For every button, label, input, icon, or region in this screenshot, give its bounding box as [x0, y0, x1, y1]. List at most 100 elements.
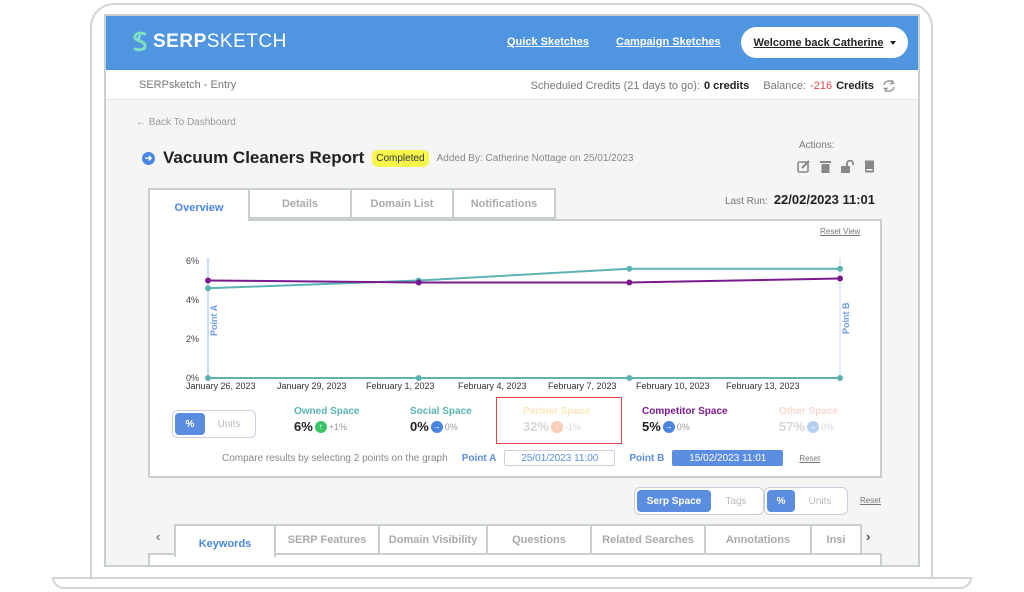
metric-competitor-space[interactable]: Competitor Space 5% → 0%	[642, 406, 728, 434]
toggle-percent[interactable]: %	[175, 413, 205, 435]
data-point-social-space	[626, 375, 633, 381]
metric-label: Other Space	[779, 406, 838, 417]
metric-value-row: 5% → 0%	[642, 419, 728, 434]
bottom-tab-keywords[interactable]: Keywords	[174, 524, 276, 557]
report-title-row: ➜ Vacuum Cleaners Report Completed Added…	[142, 148, 633, 168]
chevron-right-icon[interactable]: ›	[866, 529, 870, 544]
data-point-owned-space	[837, 265, 843, 272]
toggle-units[interactable]: Units	[205, 413, 253, 435]
unlock-icon[interactable]	[841, 160, 854, 173]
nav-quick-sketches[interactable]: Quick Sketches	[507, 36, 589, 48]
toggle-tags[interactable]: Tags	[711, 490, 761, 512]
serp-tags-toggle: Serp Space Tags	[634, 487, 764, 515]
compare-text: Compare results by selecting 2 points on…	[222, 452, 448, 464]
bottom-tab-questions[interactable]: Questions	[486, 524, 592, 555]
scheduled-credits-label: Scheduled Credits (21 days to go):	[530, 80, 700, 92]
reset-link[interactable]: Reset	[860, 496, 881, 505]
percent-units-toggle-2: % Units	[764, 487, 848, 515]
added-by-text: Added By: Catherine Nottage on 25/01/202…	[436, 152, 634, 164]
nav-campaign-sketches[interactable]: Campaign Sketches	[616, 36, 721, 48]
report-tabs: Overview Details Domain List Notificatio…	[148, 188, 556, 221]
toggle-units-2[interactable]: Units	[795, 490, 845, 512]
data-point-social-space	[415, 375, 422, 381]
metric-value: 57%	[779, 419, 806, 434]
bottom-tab-serp-features[interactable]: SERP Features	[274, 524, 380, 555]
status-badge: Completed	[372, 149, 429, 167]
trend-up-icon: ↑	[314, 420, 327, 433]
top-navbar: SERPSKETCH Quick Sketches Campaign Sketc…	[106, 16, 918, 70]
data-point-competitor-space	[205, 277, 211, 284]
bottom-tabs: Keywords SERP Features Domain Visibility Qu…	[174, 524, 862, 557]
credits-info: Scheduled Credits (21 days to go): 0 cre…	[531, 79, 896, 93]
data-point-owned-space	[205, 285, 211, 292]
metric-owned-space[interactable]: Owned Space 6% ↑ +1%	[294, 406, 360, 434]
metric-delta: 0%	[821, 421, 835, 432]
data-point-owned-space	[626, 265, 633, 272]
bottom-tab-domain-visibility[interactable]: Domain Visibility	[378, 524, 488, 555]
metric-value-row: 57% → 0%	[779, 419, 838, 434]
last-run: Last Run: 22/02/2023 11:01	[725, 192, 875, 207]
app-screen: SERPSKETCH Quick Sketches Campaign Sketc…	[104, 14, 920, 567]
x-tick-label: February 13, 2023	[726, 381, 800, 391]
serp-space-chart[interactable]: Point A Point B0%2%4%6%January 26, 2023 Ja…	[166, 246, 866, 396]
metric-other-space[interactable]: Other Space 57% → 0%	[779, 406, 838, 434]
metric-delta: 0%	[444, 421, 458, 432]
partner-space-highlight	[496, 397, 622, 444]
last-run-label: Last Run:	[725, 196, 768, 207]
series-line-owned-space	[207, 267, 840, 290]
toggle-percent-2[interactable]: %	[767, 490, 795, 512]
trend-flat-icon: →	[662, 420, 675, 433]
point-a-label: Point A	[209, 304, 219, 336]
scheduled-credits-value: 0 credits	[704, 80, 750, 92]
tab-domain-list[interactable]: Domain List	[350, 188, 454, 219]
metric-label: Social Space	[410, 406, 472, 417]
trend-flat-icon: →	[430, 420, 443, 433]
point-a-label: Point A	[461, 452, 497, 464]
user-menu-button[interactable]: Welcome back Catherine	[741, 27, 908, 58]
laptop-base	[52, 577, 972, 589]
percent-units-toggle: % Units	[172, 410, 256, 438]
chevron-left-icon[interactable]: ‹	[156, 529, 160, 544]
x-tick-label: February 10, 2023	[636, 381, 710, 391]
data-point-competitor-space	[415, 279, 422, 286]
metric-label: Competitor Space	[642, 406, 728, 417]
bottom-tab-annotations[interactable]: Annotations	[704, 524, 812, 555]
bottom-tab-related-searches[interactable]: Related Searches	[590, 524, 706, 555]
toggle-serp-space[interactable]: Serp Space	[637, 490, 711, 512]
trash-icon[interactable]	[819, 160, 832, 173]
metric-social-space[interactable]: Social Space 0% → 0%	[410, 406, 472, 434]
welcome-text: Welcome back Catherine	[753, 36, 884, 49]
breadcrumb: SERPsketch - Entry	[139, 79, 237, 91]
actions-toolbar	[797, 160, 876, 173]
data-point-competitor-space	[626, 279, 633, 286]
compare-reset-link[interactable]: Reset	[799, 454, 820, 463]
tab-details[interactable]: Details	[248, 188, 352, 219]
metric-label: Owned Space	[294, 406, 360, 417]
last-run-value: 22/02/2023 11:01	[773, 192, 876, 207]
back-to-dashboard-link[interactable]: ← Back To Dashboard	[136, 117, 236, 128]
data-point-social-space	[205, 375, 211, 381]
tab-notifications[interactable]: Notifications	[452, 188, 556, 219]
x-tick-label: January 29, 2023	[277, 381, 347, 391]
y-tick-label: 6%	[186, 256, 199, 266]
arrow-right-circle-icon: ➜	[142, 151, 155, 165]
metric-delta: 0%	[676, 421, 690, 432]
point-a-field[interactable]: 25/01/2023 11:00	[504, 450, 616, 466]
x-tick-label: January 26, 2023	[186, 381, 256, 391]
edit-icon[interactable]	[797, 160, 810, 173]
point-b-label: Point B	[841, 302, 851, 334]
compare-row: Compare results by selecting 2 points on…	[222, 450, 820, 466]
tab-overview[interactable]: Overview	[148, 188, 250, 221]
metric-value: 6%	[294, 419, 313, 434]
bottom-tab-insi[interactable]: Insi	[810, 524, 862, 555]
reset-view-link[interactable]: Reset View	[820, 227, 860, 236]
logo-icon	[133, 31, 147, 52]
balance-label: Balance:	[763, 80, 807, 92]
refresh-icon[interactable]	[882, 79, 896, 93]
point-b-field[interactable]: 15/02/2023 11:01	[672, 450, 784, 466]
book-icon[interactable]	[863, 160, 876, 173]
page-title: Vacuum Cleaners Report	[163, 148, 365, 167]
logo[interactable]: SERPSKETCH	[131, 31, 287, 53]
logo-text: SERPSKETCH	[153, 31, 287, 52]
trend-flat-icon: →	[807, 420, 820, 433]
